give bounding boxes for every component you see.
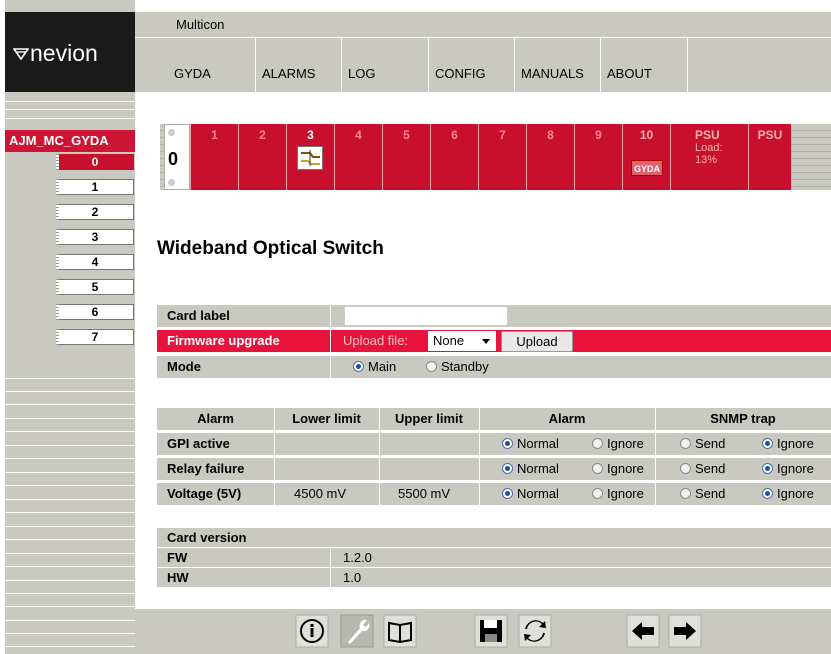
radio-on[interactable]	[762, 463, 773, 474]
menu-manuals[interactable]: MANUALS	[515, 38, 601, 92]
menu-config[interactable]: CONFIG	[429, 38, 515, 92]
gpi-snmp-send[interactable]: Send	[680, 433, 725, 455]
radio-off[interactable]	[680, 463, 691, 474]
save-icon[interactable]	[474, 614, 508, 648]
card-label-row: Card label	[157, 305, 831, 327]
menu-label: MANUALS	[521, 66, 584, 81]
book-icon[interactable]	[383, 614, 417, 648]
dropdown-arrow-icon	[482, 339, 490, 344]
voltage-alarm-normal[interactable]: Normal	[502, 483, 559, 505]
relay-snmp-ignore[interactable]: Ignore	[762, 458, 814, 480]
slot-item-7[interactable]: 7	[56, 329, 134, 345]
psu-2[interactable]: PSU	[748, 124, 791, 190]
radio-off[interactable]	[592, 488, 603, 499]
gpi-alarm-normal[interactable]: Normal	[502, 433, 559, 455]
relay-snmp-send[interactable]: Send	[680, 458, 725, 480]
radio-on[interactable]	[502, 488, 513, 499]
frame-slot-9[interactable]: 9	[574, 124, 622, 190]
gpi-alarm-ignore[interactable]: Ignore	[592, 433, 644, 455]
slot-item-3[interactable]: 3	[56, 229, 134, 245]
alarm-row-relay: Relay failure Normal Ignore Send Ignore	[157, 458, 831, 480]
mode-standby[interactable]: Standby	[426, 356, 489, 378]
nevion-logo: nevion	[5, 12, 135, 92]
frame-slot-6[interactable]: 6	[430, 124, 478, 190]
menu-alarms[interactable]: ALARMS	[256, 38, 342, 92]
refresh-icon[interactable]	[518, 614, 552, 648]
radio-off[interactable]	[680, 488, 691, 499]
frame-slot-4[interactable]: 4	[334, 124, 382, 190]
logo-text: nevion	[30, 40, 98, 66]
hw-row: HW 1.0	[157, 568, 831, 587]
slot-item-6[interactable]: 6	[56, 304, 134, 320]
radio-on[interactable]	[502, 438, 513, 449]
frame-slot-3[interactable]: 3	[286, 124, 334, 190]
menu-log[interactable]: LOG	[342, 38, 429, 92]
menu-label: GYDA	[174, 66, 211, 81]
menu-label: CONFIG	[435, 66, 486, 81]
menu-label: LOG	[348, 66, 376, 81]
slot-item-2[interactable]: 2	[56, 204, 134, 220]
gpi-snmp-ignore[interactable]: Ignore	[762, 433, 814, 455]
slot-item-4[interactable]: 4	[56, 254, 134, 270]
menu-label: ABOUT	[607, 66, 652, 81]
menu-about[interactable]: ABOUT	[601, 38, 688, 92]
frame-slot-1[interactable]: 1	[190, 124, 238, 190]
nevion-logo-icon	[13, 48, 29, 60]
mode-standby-radio[interactable]	[426, 361, 437, 372]
product-name: Multicon	[176, 17, 225, 32]
alarm-row-voltage: Voltage (5V) 4500 mV 5500 mV Normal Igno…	[157, 483, 831, 505]
page-title: Wideband Optical Switch	[157, 238, 384, 259]
wrench-icon[interactable]	[340, 614, 374, 648]
mode-main-radio[interactable]	[353, 361, 364, 372]
voltage-alarm-ignore[interactable]: Ignore	[592, 483, 644, 505]
arrow-left-icon[interactable]	[626, 614, 660, 648]
menu-gyda[interactable]: GYDA	[168, 38, 256, 92]
radio-on[interactable]	[502, 463, 513, 474]
voltage-snmp-send[interactable]: Send	[680, 483, 725, 505]
frame-right-end	[791, 124, 831, 190]
frame-slot-10[interactable]: 10 GYDA	[622, 124, 670, 190]
optical-switch-icon	[297, 146, 323, 170]
frame-slot-7[interactable]: 7	[478, 124, 526, 190]
mode-main[interactable]: Main	[353, 356, 396, 378]
slot-item-5[interactable]: 5	[56, 279, 134, 295]
relay-alarm-ignore[interactable]: Ignore	[592, 458, 644, 480]
upload-button[interactable]: Upload	[501, 331, 573, 352]
arrow-right-icon[interactable]	[668, 614, 702, 648]
gyda-badge: GYDA	[631, 160, 663, 176]
firmware-file-select[interactable]: None	[428, 331, 496, 351]
card-label-input[interactable]	[344, 306, 508, 326]
device-name[interactable]: AJM_MC_GYDA	[5, 130, 135, 152]
frame-number: 0	[164, 124, 190, 190]
mode-row: Mode Main Standby	[157, 356, 831, 378]
fw-row: FW 1.2.0	[157, 548, 831, 567]
radio-off[interactable]	[680, 438, 691, 449]
slot-item-0[interactable]: 0	[56, 154, 134, 170]
radio-off[interactable]	[592, 438, 603, 449]
frame-slot-2[interactable]: 2	[238, 124, 286, 190]
app-root: nevion AJM_MC_GYDA 0 1 2 3 4 5 6 7 Multi…	[0, 0, 831, 654]
menu-label: ALARMS	[262, 66, 316, 81]
alarm-header-row: Alarm Lower limit Upper limit Alarm SNMP…	[157, 408, 831, 430]
frame-slot-5[interactable]: 5	[382, 124, 430, 190]
info-icon[interactable]	[295, 614, 329, 648]
relay-alarm-normal[interactable]: Normal	[502, 458, 559, 480]
alarm-row-gpi: GPI active Normal Ignore Send Ignore	[157, 433, 831, 455]
radio-off[interactable]	[592, 463, 603, 474]
radio-on[interactable]	[762, 488, 773, 499]
frame-slot-8[interactable]: 8	[526, 124, 574, 190]
voltage-snmp-ignore[interactable]: Ignore	[762, 483, 814, 505]
voltage-upper-limit[interactable]: 5500 mV	[398, 483, 450, 505]
version-header: Card version	[157, 528, 831, 547]
firmware-row: Firmware upgrade Upload file: None Uploa…	[157, 330, 831, 352]
slot-item-1[interactable]: 1	[56, 179, 134, 195]
voltage-lower-limit[interactable]: 4500 mV	[294, 483, 346, 505]
slot-list: 0 1 2 3 4 5 6 7	[56, 154, 134, 354]
radio-on[interactable]	[762, 438, 773, 449]
psu-1[interactable]: PSU Load: 13%	[670, 124, 748, 190]
